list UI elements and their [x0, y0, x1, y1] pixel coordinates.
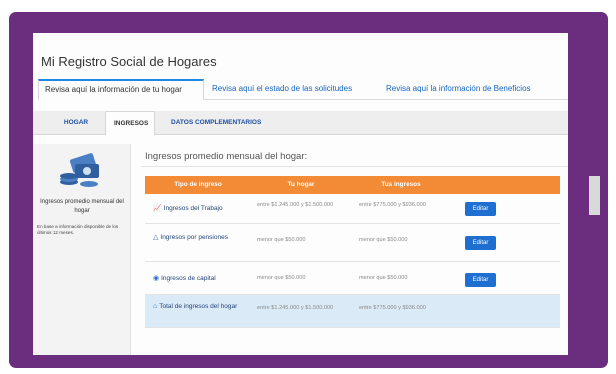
row-hogar: menor que $50.000: [257, 237, 306, 243]
top-tabs: Revisa aquí la información de tu hogar R…: [38, 79, 568, 100]
tab-hogar-info[interactable]: Revisa aquí la información de tu hogar: [38, 79, 204, 100]
table-row: 📈 Ingresos del Trabajo entre $1.245.000 y…: [145, 194, 560, 224]
header-tipo: Tipo de ingreso: [174, 181, 222, 188]
edit-button[interactable]: Editar: [465, 236, 496, 250]
row-tus: entre $775.000 y $936.000: [359, 305, 426, 311]
side-indicator: [589, 176, 600, 215]
table-row-total: ⌂ Total de ingresos del hogar entre $1.24…: [145, 295, 560, 328]
tab-solicitudes[interactable]: Revisa aquí el estado de las solicitudes: [206, 79, 376, 100]
subtab-datos-complementarios[interactable]: DATOS COMPLEMENTARIOS: [163, 111, 273, 135]
row-type-label: Total de ingresos del hogar: [159, 303, 238, 310]
left-panel-label: Ingresos promedio mensual del hogar: [40, 199, 124, 214]
section-title: Ingresos promedio mensual del hogar:: [145, 151, 308, 162]
header-tus-ingresos: Tus ingresos: [381, 181, 421, 188]
edit-button[interactable]: Editar: [465, 273, 496, 287]
row-type: ⌂ Total de ingresos del hogar: [153, 302, 253, 311]
row-type-label: Ingresos del Trabajo: [163, 205, 223, 212]
row-type-label: Ingresos de capital: [161, 275, 216, 282]
row-type: ◉ Ingresos de capital: [153, 274, 216, 283]
divider: [141, 166, 568, 167]
chart-icon: 📈: [153, 205, 162, 212]
app-window: Mi Registro Social de Hogares Revisa aqu…: [33, 33, 568, 355]
money-icon: [60, 153, 99, 187]
subtab-ingresos[interactable]: INGRESOS: [105, 111, 155, 136]
row-hogar: entre $1.245.000 y $1.500.000: [257, 305, 334, 311]
table-row: ◉ Ingresos de capital menor que $50.000 m…: [145, 262, 560, 295]
left-panel-note: En base a información disponible de los …: [37, 224, 119, 235]
page-title: Mi Registro Social de Hogares: [41, 54, 217, 69]
row-hogar: menor que $50.000: [257, 275, 306, 281]
row-hogar: entre $1.245.000 y $1.500.000: [257, 202, 334, 208]
row-tus: menor que $50.000: [359, 275, 408, 281]
home-icon: ⌂: [153, 303, 158, 310]
sub-tabs: HOGAR INGRESOS DATOS COMPLEMENTARIOS: [33, 111, 568, 136]
row-type-label: Ingresos por pensiones: [160, 234, 228, 241]
row-type: △ Ingresos por pensiones: [153, 233, 243, 242]
tab-beneficios[interactable]: Revisa aquí la información de Beneficios: [380, 79, 566, 100]
pension-icon: △: [153, 234, 159, 241]
left-panel: Ingresos promedio mensual del hogar En b…: [33, 144, 131, 355]
row-tus: entre $775.000 y $936.000: [359, 202, 426, 208]
edit-button[interactable]: Editar: [465, 202, 496, 216]
header-tu-hogar: Tu hogar: [287, 181, 315, 188]
subtab-hogar[interactable]: HOGAR: [51, 111, 101, 135]
row-tus: menor que $50.000: [359, 237, 408, 243]
row-type: 📈 Ingresos del Trabajo: [153, 204, 223, 213]
money-bill-icon: ◉: [153, 275, 160, 282]
table-header: Tipo de ingreso Tu hogar Tus ingresos: [145, 176, 560, 194]
table-row: △ Ingresos por pensiones menor que $50.00…: [145, 224, 560, 262]
